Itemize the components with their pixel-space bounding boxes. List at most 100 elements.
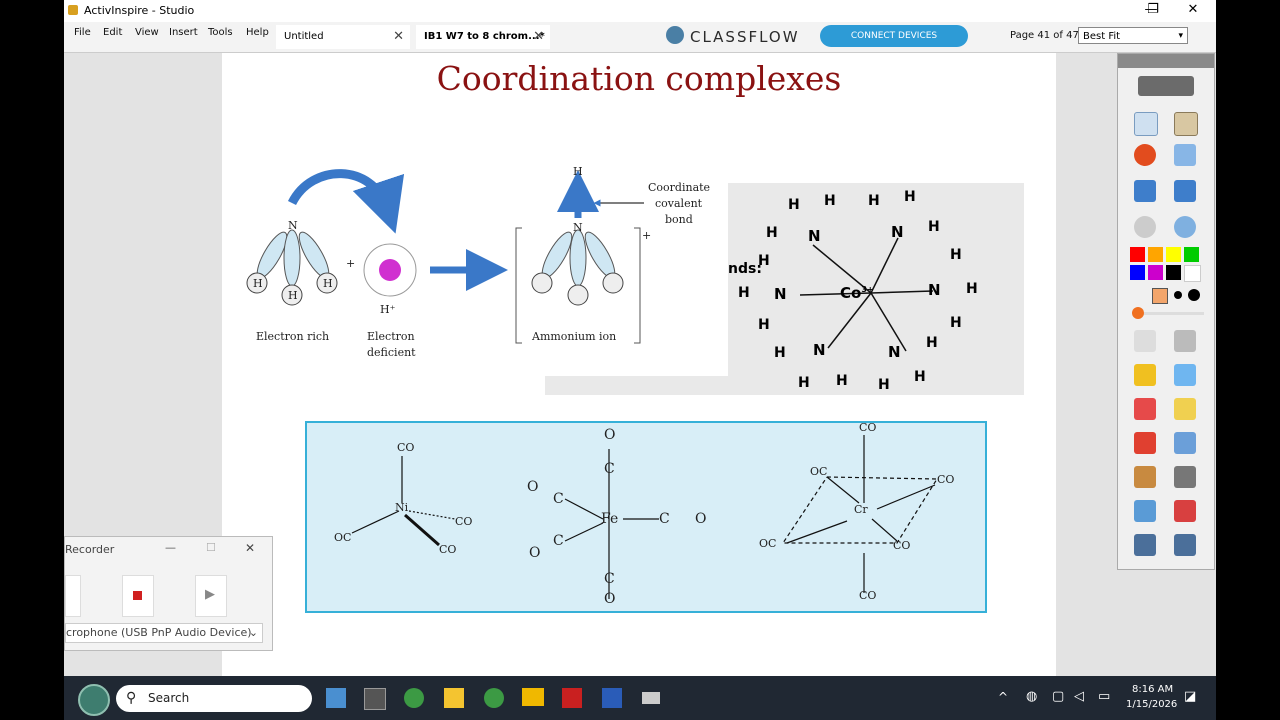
resources-icon[interactable] — [1134, 466, 1156, 488]
color-white[interactable] — [1184, 265, 1201, 282]
color-green[interactable] — [1184, 247, 1199, 262]
media-icon[interactable] — [1174, 466, 1196, 488]
ammine-h: H — [836, 373, 848, 389]
tab-label: IB1 W7 to 8 chrom...* — [424, 31, 545, 42]
width-slider[interactable] — [1134, 312, 1204, 315]
microphone-select[interactable]: crophone (USB PnP Audio Device) ⌄ — [65, 623, 263, 643]
pen-width-icon[interactable] — [1152, 288, 1168, 304]
fe-carbon: C — [659, 511, 670, 527]
ammine-h: H — [950, 247, 962, 263]
color-yellow[interactable] — [1166, 247, 1181, 262]
globe-icon[interactable] — [1174, 216, 1196, 238]
toolbox-header[interactable] — [1118, 54, 1214, 68]
clock-date[interactable]: 1/15/2026 — [1126, 699, 1177, 710]
ammine-h: H — [868, 193, 880, 209]
classflow-brand: CLASSFLOW — [690, 28, 800, 46]
zoom-value: Best Fit — [1083, 31, 1121, 42]
menu-view[interactable]: View — [135, 27, 159, 38]
proton-label: H⁺ — [380, 303, 396, 316]
tools-icon[interactable] — [1174, 330, 1196, 352]
ammine-h: H — [878, 377, 890, 393]
ammine-h: H — [914, 369, 926, 385]
maximize-button[interactable]: ☐ — [206, 541, 216, 554]
close-tab-icon[interactable]: ✕ — [533, 25, 544, 49]
tab-untitled[interactable]: Untitled ✕ — [276, 25, 410, 49]
clock-time[interactable]: 8:16 AM — [1132, 684, 1173, 695]
zoom-select[interactable]: Best Fit ▾ — [1078, 27, 1188, 44]
activinspire-taskbar-icon[interactable] — [364, 688, 386, 710]
menu-help[interactable]: Help — [246, 27, 269, 38]
chevron-down-icon: ▾ — [1178, 31, 1183, 41]
display-icon[interactable]: ▢ — [1052, 689, 1064, 704]
chrome-icon[interactable] — [404, 688, 424, 708]
chrome-icon[interactable] — [484, 688, 504, 708]
pen-width-icon[interactable] — [1174, 291, 1182, 299]
word-icon[interactable] — [602, 688, 622, 708]
menu-edit[interactable]: Edit — [103, 27, 122, 38]
pen-width-icon[interactable] — [1188, 289, 1200, 301]
maximize-button[interactable]: ❐ — [1134, 0, 1172, 22]
share-icon[interactable] — [1138, 76, 1194, 96]
start-icon[interactable] — [78, 684, 110, 716]
profile-icon[interactable] — [1174, 112, 1198, 136]
camera-icon[interactable] — [642, 692, 660, 704]
page-counter: Page 41 of 47 — [1010, 30, 1079, 41]
color-orange[interactable] — [1148, 247, 1163, 262]
color-purple[interactable] — [1148, 265, 1163, 280]
electron-rich-label: Electron rich — [256, 330, 330, 343]
play-icon[interactable] — [1134, 216, 1156, 238]
width-slider-handle[interactable] — [1132, 307, 1144, 319]
ammine-h: H — [774, 345, 786, 361]
pen-icon[interactable] — [1134, 364, 1156, 386]
snip-icon[interactable] — [444, 688, 464, 708]
tab-chromatography[interactable]: IB1 W7 to 8 chrom...* ✕ — [416, 25, 550, 49]
acrobat-icon[interactable] — [562, 688, 582, 708]
fe-carbon: C — [604, 571, 615, 587]
menu-insert[interactable]: Insert — [169, 27, 198, 38]
folder-icon[interactable] — [522, 688, 544, 706]
connect-devices-button[interactable]: CONNECT DEVICES — [820, 25, 968, 47]
desktop-annotate-icon[interactable] — [1174, 144, 1196, 166]
ammine-n: N — [928, 281, 941, 299]
undo-icon[interactable] — [1134, 534, 1156, 556]
close-button[interactable]: ✕ — [1174, 0, 1212, 22]
search-icon: ⚲ — [126, 690, 137, 706]
connector-icon[interactable] — [1174, 432, 1196, 454]
stop-button[interactable] — [122, 575, 154, 617]
select-icon[interactable] — [1134, 330, 1156, 352]
ammine-h: H — [950, 315, 962, 331]
color-blue[interactable] — [1130, 265, 1145, 280]
notification-icon[interactable]: ◪ — [1184, 689, 1196, 704]
clear-icon[interactable] — [1134, 500, 1156, 522]
next-page-icon[interactable] — [1174, 180, 1196, 202]
menu-file[interactable]: File — [74, 27, 91, 38]
microphone-icon[interactable]: ◍ — [1026, 689, 1037, 704]
previous-page-icon[interactable] — [1134, 180, 1156, 202]
play-button[interactable]: ▶ — [195, 575, 227, 617]
flipchart-page[interactable]: Coordination complexes N H H H + H⁺ Elec… — [222, 53, 1056, 676]
menu-tools[interactable]: Tools — [208, 27, 233, 38]
minimize-button[interactable]: — — [165, 541, 176, 554]
chevron-up-icon[interactable]: ^ — [998, 690, 1008, 704]
widgets-icon[interactable] — [326, 688, 346, 708]
shape-icon[interactable] — [1134, 432, 1156, 454]
volume-icon[interactable]: ◁ — [1074, 689, 1084, 704]
close-tab-icon[interactable]: ✕ — [393, 25, 404, 49]
color-black[interactable] — [1166, 265, 1181, 280]
search-box[interactable]: ⚲ Search — [116, 685, 312, 712]
battery-icon[interactable]: ▭ — [1098, 689, 1110, 704]
record-button[interactable] — [65, 575, 81, 617]
ammine-h: H — [966, 281, 978, 297]
browser-icon[interactable] — [1134, 112, 1158, 136]
highlighter-icon[interactable] — [1174, 364, 1196, 386]
marker-icon[interactable] — [1134, 144, 1156, 166]
ammine-n: N — [891, 223, 904, 241]
eraser-icon[interactable] — [1134, 398, 1156, 420]
color-red[interactable] — [1130, 247, 1145, 262]
reset-icon[interactable] — [1174, 500, 1196, 522]
coordinate-bond-label: Coordinate — [648, 181, 711, 194]
cr-ligand-oc: OC — [810, 465, 828, 478]
close-button[interactable]: ✕ — [245, 541, 255, 555]
redo-icon[interactable] — [1174, 534, 1196, 556]
fill-icon[interactable] — [1174, 398, 1196, 420]
